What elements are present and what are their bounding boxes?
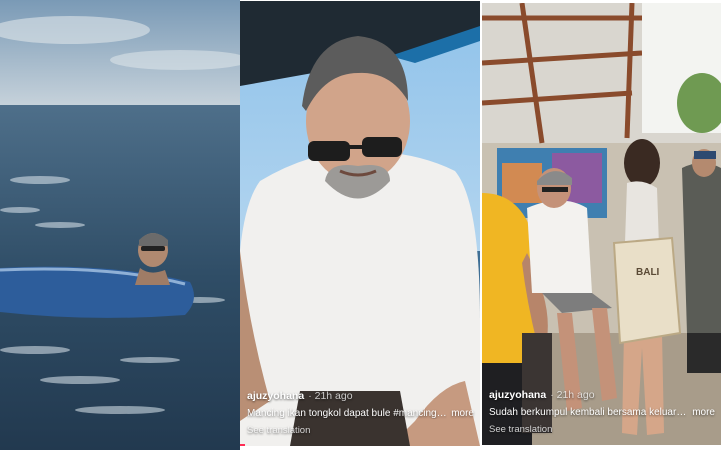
caption-text: Sudah berkumpul kembali bersama keluarga… — [489, 407, 688, 418]
video-progress-bar[interactable] — [240, 444, 245, 446]
see-translation-link[interactable]: See translation — [489, 424, 715, 435]
see-translation-link[interactable]: See translation — [247, 425, 474, 436]
bag-text: BALI — [636, 267, 660, 278]
username-link[interactable]: ajuzyohana — [489, 389, 546, 401]
caption-text: Mancing ikan tongkol dapat bule #mancing… — [247, 408, 448, 419]
video-card-2[interactable]: ajuzyohana · 21h ago Mancing ikan tongko… — [240, 1, 480, 446]
more-link[interactable]: more — [451, 408, 474, 419]
sea-scene-image — [0, 0, 240, 450]
post-age: · 21h ago — [308, 390, 353, 402]
video-card-3[interactable]: BALI ajuzyohana · 21h ago Sudah berkumpu… — [482, 3, 721, 445]
boat-scene-image — [240, 1, 480, 446]
video-overlay: ajuzyohana · 21h ago Mancing ikan tongko… — [240, 390, 480, 446]
post-age: · 21h ago — [550, 389, 595, 401]
username-link[interactable]: ajuzyohana — [247, 390, 304, 402]
reunion-scene-image: BALI — [482, 3, 721, 445]
video-card-1[interactable] — [0, 0, 240, 450]
more-link[interactable]: more — [692, 407, 715, 418]
video-overlay: ajuzyohana · 21h ago Sudah berkumpul kem… — [482, 389, 721, 445]
